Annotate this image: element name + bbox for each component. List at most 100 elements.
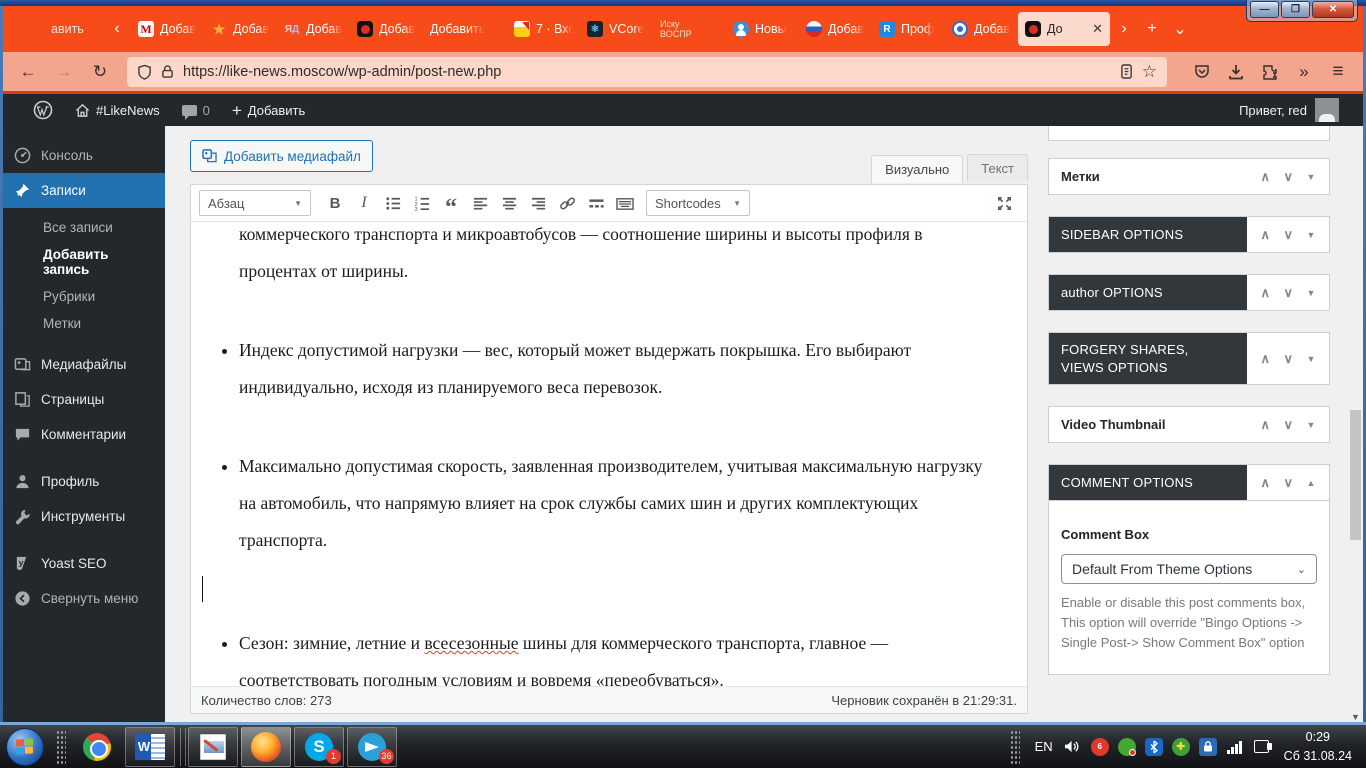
sidebar-item-all-posts[interactable]: Все записи — [3, 214, 165, 241]
clock[interactable]: 0:29 Сб 31.08.24 — [1284, 728, 1352, 764]
reload-icon[interactable]: ↻ — [85, 58, 115, 86]
maximize-button[interactable]: ❐ — [1281, 1, 1310, 18]
browser-tab-clipped[interactable]: авить — [51, 22, 97, 36]
tab-text[interactable]: Текст — [967, 154, 1028, 181]
close-button[interactable]: ✕ — [1312, 1, 1354, 18]
read-more-tag-button[interactable] — [583, 190, 609, 216]
overflow-chevrons-icon[interactable]: » — [1289, 58, 1319, 86]
insert-link-button[interactable] — [554, 190, 580, 216]
tray-antivirus-icon[interactable] — [1117, 737, 1136, 756]
metabox-title[interactable]: Video Thumbnail — [1049, 407, 1247, 442]
scroll-tabs-right-button[interactable]: › — [1110, 20, 1138, 38]
sidebar-item-dashboard[interactable]: Консоль — [3, 138, 165, 173]
browser-scrollbar[interactable]: ▲ ▼ — [1348, 94, 1363, 725]
align-right-button[interactable] — [525, 190, 551, 216]
tab-close-icon[interactable]: ✕ — [1092, 21, 1103, 37]
menu-hamburger-icon[interactable]: ≡ — [1323, 58, 1353, 86]
move-up-icon[interactable]: ∧ — [1261, 169, 1271, 185]
move-down-icon[interactable]: ∨ — [1284, 417, 1294, 433]
start-button[interactable] — [6, 727, 44, 766]
toggle-panel-icon[interactable]: ▼ — [1307, 288, 1316, 298]
taskbar-paint-button[interactable] — [188, 726, 238, 767]
browser-tab[interactable]: Добавить — [423, 12, 507, 46]
browser-tab[interactable]: Добав — [799, 12, 872, 46]
move-up-icon[interactable]: ∧ — [1261, 351, 1271, 367]
list-all-tabs-button[interactable]: ⌄ — [1166, 19, 1194, 39]
toggle-panel-icon[interactable]: ▼ — [1307, 354, 1316, 364]
toggle-panel-icon[interactable]: ▲ — [1307, 478, 1316, 488]
browser-tab[interactable]: Добав — [350, 12, 423, 46]
toggle-panel-icon[interactable]: ▼ — [1307, 172, 1316, 182]
tray-lock-icon[interactable] — [1198, 737, 1217, 756]
fullscreen-button[interactable] — [991, 190, 1017, 216]
comment-box-select[interactable]: Default From Theme Options ⌄ — [1061, 554, 1317, 585]
lock-icon[interactable] — [161, 64, 174, 79]
bookmark-star-icon[interactable]: ☆ — [1142, 62, 1157, 82]
language-indicator[interactable]: EN — [1035, 739, 1053, 754]
reader-mode-icon[interactable] — [1120, 64, 1133, 79]
browser-tab[interactable]: ЯД Добав — [277, 12, 350, 46]
blockquote-button[interactable]: “ — [438, 190, 464, 221]
toggle-panel-icon[interactable]: ▼ — [1307, 230, 1316, 240]
shortcodes-dropdown[interactable]: Shortcodes ▼ — [646, 190, 750, 216]
network-plug-icon[interactable] — [1253, 738, 1273, 756]
move-down-icon[interactable]: ∨ — [1284, 351, 1294, 367]
browser-tab[interactable]: Новы — [726, 12, 799, 46]
move-up-icon[interactable]: ∧ — [1261, 417, 1271, 433]
url-bar[interactable]: https://like-news.moscow/wp-admin/post-n… — [127, 56, 1167, 87]
metabox-title[interactable]: Метки — [1049, 159, 1247, 194]
browser-tab[interactable]: R Проф — [872, 12, 945, 46]
sidebar-item-profile[interactable]: Профиль — [3, 464, 165, 499]
move-down-icon[interactable]: ∨ — [1284, 285, 1294, 301]
scrollbar-down-icon[interactable]: ▼ — [1348, 712, 1363, 722]
browser-tab[interactable]: Иску ВОСПР — [653, 12, 726, 46]
extensions-puzzle-icon[interactable] — [1255, 58, 1285, 86]
minimize-button[interactable]: — — [1250, 1, 1279, 18]
url-text[interactable]: https://like-news.moscow/wp-admin/post-n… — [183, 64, 1111, 80]
metabox-title[interactable]: SIDEBAR OPTIONS — [1049, 217, 1247, 252]
browser-tab[interactable]: 7 · Вхо — [507, 12, 580, 46]
move-down-icon[interactable]: ∨ — [1284, 475, 1294, 491]
numbered-list-button[interactable]: 123 — [409, 190, 435, 216]
sidebar-item-comments[interactable]: Комментарии — [3, 417, 165, 452]
metabox-title[interactable]: COMMENT OPTIONS — [1049, 465, 1247, 501]
bold-button[interactable]: B — [322, 190, 348, 216]
sidebar-item-tags[interactable]: Метки — [3, 310, 165, 337]
paragraph-format-dropdown[interactable]: Абзац ▼ — [199, 190, 311, 216]
sidebar-item-collapse-menu[interactable]: Свернуть меню — [3, 581, 165, 616]
downloads-icon[interactable] — [1221, 58, 1251, 86]
scroll-tabs-left-button[interactable]: ‹ — [103, 20, 131, 38]
sidebar-item-media[interactable]: Медиафайлы — [3, 347, 165, 382]
taskbar-firefox-button[interactable] — [241, 726, 291, 767]
browser-tab-active[interactable]: До ✕ — [1018, 12, 1110, 46]
taskbar-word-button[interactable]: W — [125, 726, 175, 767]
move-up-icon[interactable]: ∧ — [1261, 475, 1271, 491]
pocket-icon[interactable] — [1187, 58, 1217, 86]
sidebar-item-posts[interactable]: Записи — [3, 173, 165, 208]
sidebar-item-yoast[interactable]: y Yoast SEO — [3, 546, 165, 581]
scrollbar-thumb[interactable] — [1350, 410, 1361, 540]
browser-tab[interactable]: ⚛ VCore — [580, 12, 653, 46]
new-tab-button[interactable]: + — [1138, 20, 1166, 38]
tracking-shield-icon[interactable] — [137, 64, 152, 80]
metabox-title[interactable]: author OPTIONS — [1049, 275, 1247, 310]
sidebar-item-pages[interactable]: Страницы — [3, 382, 165, 417]
site-name-link[interactable]: #LikeNews — [75, 103, 160, 118]
browser-tab[interactable]: ★ Добав — [204, 12, 277, 46]
comments-indicator[interactable]: 0 — [181, 103, 210, 120]
align-left-button[interactable] — [467, 190, 493, 216]
account-menu[interactable]: Привет, red — [1239, 98, 1353, 122]
tab-visual[interactable]: Визуально — [871, 155, 964, 183]
volume-icon[interactable] — [1064, 738, 1082, 756]
browser-tab[interactable]: Добав — [945, 12, 1018, 46]
sidebar-item-categories[interactable]: Рубрики — [3, 283, 165, 310]
forward-icon[interactable]: → — [49, 58, 79, 86]
tray-red-app-icon[interactable]: 6 — [1090, 737, 1109, 756]
sidebar-item-tools[interactable]: Инструменты — [3, 499, 165, 534]
signal-bars-icon[interactable] — [1226, 738, 1244, 756]
back-icon[interactable]: ← — [13, 58, 43, 86]
taskbar-skype-button[interactable]: S 1 — [294, 726, 344, 767]
toggle-panel-icon[interactable]: ▼ — [1307, 420, 1316, 430]
bluetooth-icon[interactable] — [1144, 737, 1163, 756]
sidebar-item-add-post[interactable]: Добавить запись — [3, 241, 165, 283]
